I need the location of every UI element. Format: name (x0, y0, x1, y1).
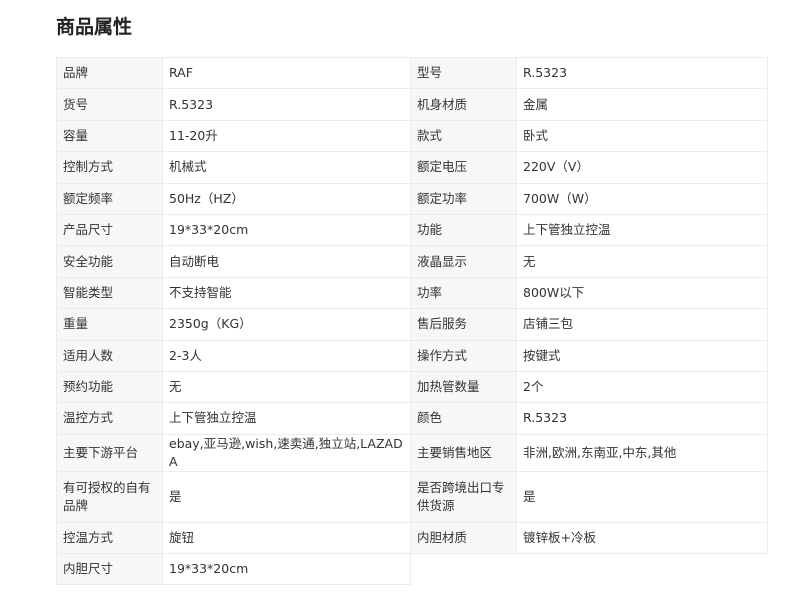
attribute-value: 卧式 (516, 119, 768, 153)
attribute-value: 50Hz（HZ） (162, 182, 411, 215)
section-title: 商品属性 (56, 16, 133, 38)
attribute-name: 款式 (410, 119, 517, 153)
attribute-row: 安全功能 自动断电 液晶显示无 (56, 245, 768, 278)
attribute-name: 容量 (56, 119, 163, 153)
attribute-row: 控温方式 旋钮 内胆材质 镀锌板+冷板 (56, 521, 768, 555)
empty-cell (410, 553, 768, 585)
attribute-name: 内胆材质 (410, 521, 517, 555)
attribute-value: 金属 (516, 88, 768, 121)
attribute-name: 控温方式 (56, 521, 163, 555)
attribute-name: 温控方式 (56, 402, 163, 435)
attribute-value: 19*33*20cm (162, 553, 411, 586)
attribute-value: R.5323 (516, 402, 768, 435)
attribute-name: 主要下游平台 (56, 433, 163, 472)
attribute-name: 操作方式 (410, 339, 517, 372)
attribute-name: 品牌 (56, 56, 163, 90)
attribute-row: 内胆尺寸 19*33*20cm (56, 553, 768, 586)
attribute-value: 不支持智能 (162, 276, 411, 310)
attribute-value: 旋钮 (162, 521, 411, 555)
attribute-value: 11-20升 (162, 119, 411, 153)
attribute-row: 温控方式 上下管独立控温 颜色 R.5323 (56, 402, 768, 435)
attribute-value: 无 (162, 370, 411, 404)
attribute-name: 液晶显示 (410, 245, 517, 278)
attribute-value: ebay,亚马逊,wish,速卖通,独立站,LAZADA (162, 433, 411, 472)
attribute-row: 主要下游平台 ebay,亚马逊,wish,速卖通,独立站,LAZADA 主要销售地区… (56, 433, 768, 472)
attribute-name: 售后服务 (410, 308, 517, 341)
attribute-row: 控制方式 机械式 额定电压 220V（V） (56, 151, 768, 184)
attribute-row: 智能类型 不支持智能 功率 800W以下 (56, 276, 768, 310)
product-attributes-table: 品牌 RAF 型号 R.5323 货号 R.5323 机身材质 金属 容量 11-20升 款式 卧式控… (56, 56, 768, 586)
attribute-row: 预约功能无加热管数量 2个 (56, 370, 768, 404)
attribute-name: 重量 (56, 308, 163, 341)
attribute-row: 适用人数 2-3人 操作方式 按键式 (56, 339, 768, 372)
attribute-value: R.5323 (162, 88, 411, 121)
attribute-row: 额定频率 50Hz（HZ） 额定功率 700W（W） (56, 182, 768, 215)
attribute-row: 品牌 RAF 型号 R.5323 (56, 56, 768, 90)
attribute-name: 额定功率 (410, 182, 517, 215)
attribute-value: 镀锌板+冷板 (516, 521, 768, 555)
attribute-value: 2-3人 (162, 339, 411, 372)
attribute-value: R.5323 (516, 56, 768, 90)
attribute-name: 额定频率 (56, 182, 163, 215)
attribute-value: 是 (162, 470, 411, 523)
attribute-value: 700W（W） (516, 182, 768, 215)
attribute-name: 加热管数量 (410, 370, 517, 404)
attribute-name: 型号 (410, 56, 517, 90)
attribute-row: 货号 R.5323 机身材质 金属 (56, 88, 768, 121)
attribute-name: 安全功能 (56, 245, 163, 278)
attribute-name: 控制方式 (56, 151, 163, 184)
attribute-name: 有可授权的自有品牌 (56, 470, 163, 523)
attribute-value: 自动断电 (162, 245, 411, 278)
attribute-row: 产品尺寸 19*33*20cm 功能 上下管独立控温 (56, 213, 768, 247)
attribute-row: 有可授权的自有品牌是是否跨境出口专供货源是 (56, 470, 768, 523)
attribute-value: 机械式 (162, 151, 411, 184)
attribute-name: 机身材质 (410, 88, 517, 121)
attribute-value: 220V（V） (516, 151, 768, 184)
attribute-value: 2350g（KG） (162, 308, 411, 341)
attribute-value: 店铺三包 (516, 308, 768, 341)
attribute-name: 是否跨境出口专供货源 (410, 470, 517, 523)
attribute-value: 上下管独立控温 (162, 402, 411, 435)
attribute-value: RAF (162, 56, 411, 90)
attribute-name: 额定电压 (410, 151, 517, 184)
attribute-value: 2个 (516, 370, 768, 404)
attribute-row: 容量 11-20升 款式 卧式 (56, 119, 768, 153)
attribute-name: 产品尺寸 (56, 213, 163, 247)
attribute-name: 智能类型 (56, 276, 163, 310)
attribute-value: 按键式 (516, 339, 768, 372)
attribute-name: 功能 (410, 213, 517, 247)
attribute-name: 功率 (410, 276, 517, 310)
attribute-name: 主要销售地区 (410, 433, 517, 472)
attribute-name: 货号 (56, 88, 163, 121)
attribute-name: 颜色 (410, 402, 517, 435)
attribute-value: 上下管独立控温 (516, 213, 768, 247)
attribute-name: 预约功能 (56, 370, 163, 404)
attribute-name: 内胆尺寸 (56, 553, 163, 586)
attribute-value: 800W以下 (516, 276, 768, 310)
attribute-row: 重量 2350g（KG） 售后服务 店铺三包 (56, 308, 768, 341)
attribute-value: 19*33*20cm (162, 213, 411, 247)
attribute-value: 是 (516, 470, 768, 523)
attribute-value: 无 (516, 245, 768, 278)
attribute-name: 适用人数 (56, 339, 163, 372)
attribute-value: 非洲,欧洲,东南亚,中东,其他 (516, 433, 768, 472)
